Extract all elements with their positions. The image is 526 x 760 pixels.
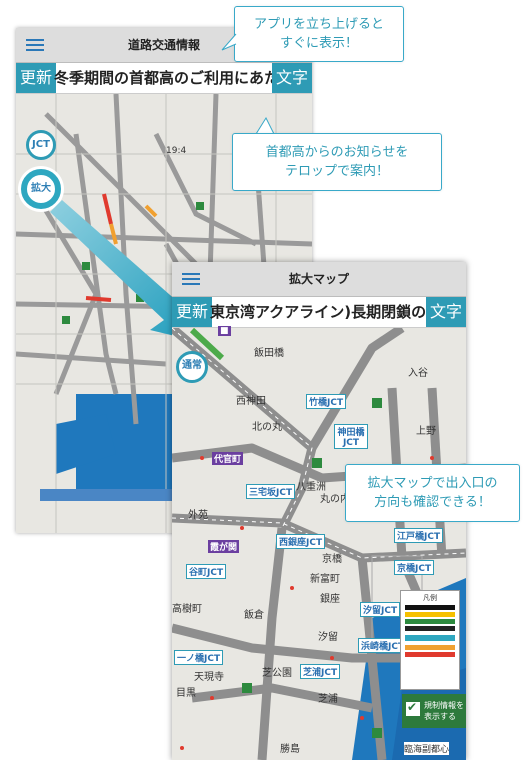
place-label: 上野	[416, 426, 436, 437]
callout-text: 方向も確認できる！	[374, 495, 491, 510]
zoom-title: 拡大マップ	[288, 272, 349, 286]
jct-label: 谷町JCT	[186, 564, 227, 579]
jct-label: 汐留JCT	[360, 602, 401, 617]
callout-text: 拡大マップで出入口の	[367, 476, 498, 491]
place-label: 天現寺	[194, 672, 224, 683]
place-label: 目黒	[176, 688, 196, 699]
jct-label: 西銀座JCT	[276, 534, 326, 549]
legend-slow-swatch	[405, 645, 455, 650]
map-legend: 凡例	[400, 590, 460, 690]
callout-text: アプリを立ち上げると	[253, 17, 384, 32]
checkbox-icon[interactable]	[406, 700, 420, 716]
place-label: 外苑	[188, 510, 208, 521]
place-label: 北の丸	[252, 422, 282, 433]
legend-info-swatch	[405, 635, 455, 641]
ticker-text: 冬季期間の首都高のご利用にあたっ	[54, 69, 274, 87]
regulation-toggle[interactable]: 規制情報を 表示する	[402, 694, 466, 728]
menu-icon[interactable]	[182, 273, 200, 285]
place-label: 新富町	[310, 574, 340, 585]
jct-label: 芝浦JCT	[300, 664, 341, 679]
jct-label: 京橋JCT	[394, 560, 435, 575]
place-label-purple: ■	[218, 326, 231, 336]
legend-title: 凡例	[423, 594, 437, 602]
normal-view-button[interactable]: 通常	[176, 351, 208, 383]
jct-button[interactable]: JCT	[26, 130, 56, 160]
update-button[interactable]: 更新	[172, 297, 213, 327]
callout-text: 首都高からのお知らせを	[265, 145, 409, 160]
news-ticker: 更新 東京湾アクアライン)長期閉鎖のお知 文字	[172, 297, 466, 328]
callout-zoom: 拡大マップで出入口の 方向も確認できる！	[345, 464, 520, 522]
place-label: 臨海副都心	[404, 742, 450, 755]
text-mode-button[interactable]: 文字	[271, 63, 312, 93]
news-ticker: 更新 冬季期間の首都高のご利用にあたっ 文字	[16, 63, 312, 94]
update-button[interactable]: 更新	[16, 63, 57, 93]
checkbox-label: 規制情報を	[424, 701, 464, 710]
place-label-purple: 代官町	[212, 452, 244, 465]
place-label: 京橋	[322, 554, 342, 565]
menu-icon[interactable]	[26, 39, 44, 51]
jct-label: 江戸橋JCT	[394, 528, 444, 543]
callout-ticker: 首都高からのお知らせを テロップで案内！	[232, 133, 442, 191]
legend-closed-swatch	[405, 605, 455, 610]
ticker-text: 東京湾アクアライン)長期閉鎖のお知	[210, 303, 428, 321]
checkbox-label: 表示する	[424, 712, 456, 721]
place-label: 西神田	[236, 396, 266, 407]
place-label: 入谷	[408, 368, 428, 379]
title-bar: 拡大マップ	[172, 262, 466, 297]
jct-label: 一ノ橋JCT	[174, 650, 224, 665]
callout-launch: アプリを立ち上げると すぐに表示！	[234, 6, 404, 62]
place-label: 芝浦	[318, 694, 338, 705]
place-label: 飯倉	[244, 610, 264, 621]
place-label: 汐留	[318, 632, 338, 643]
place-label-purple: 霞が関	[208, 540, 240, 553]
callout-text: すぐに表示！	[279, 36, 358, 51]
jct-label: 竹橋JCT	[306, 394, 347, 409]
legend-jam-swatch	[405, 652, 455, 657]
place-label: 飯田橋	[254, 348, 284, 359]
place-label: 銀座	[320, 594, 340, 605]
legend-entrance-swatch	[405, 626, 455, 631]
legend-accident-swatch	[405, 612, 455, 617]
place-label: 高樹町	[172, 604, 202, 615]
zoom-button[interactable]: 拡大	[21, 169, 61, 209]
jct-label: 三宅坂JCT	[246, 484, 296, 499]
place-label: 勝島	[280, 744, 300, 755]
legend-regulation-swatch	[405, 619, 455, 624]
jct-label: 神田橋JCT	[334, 424, 368, 449]
place-label: 芝公園	[262, 668, 292, 679]
callout-text: テロップで案内！	[284, 164, 389, 179]
text-mode-button[interactable]: 文字	[425, 297, 466, 327]
time-display: 19:4	[166, 146, 187, 156]
